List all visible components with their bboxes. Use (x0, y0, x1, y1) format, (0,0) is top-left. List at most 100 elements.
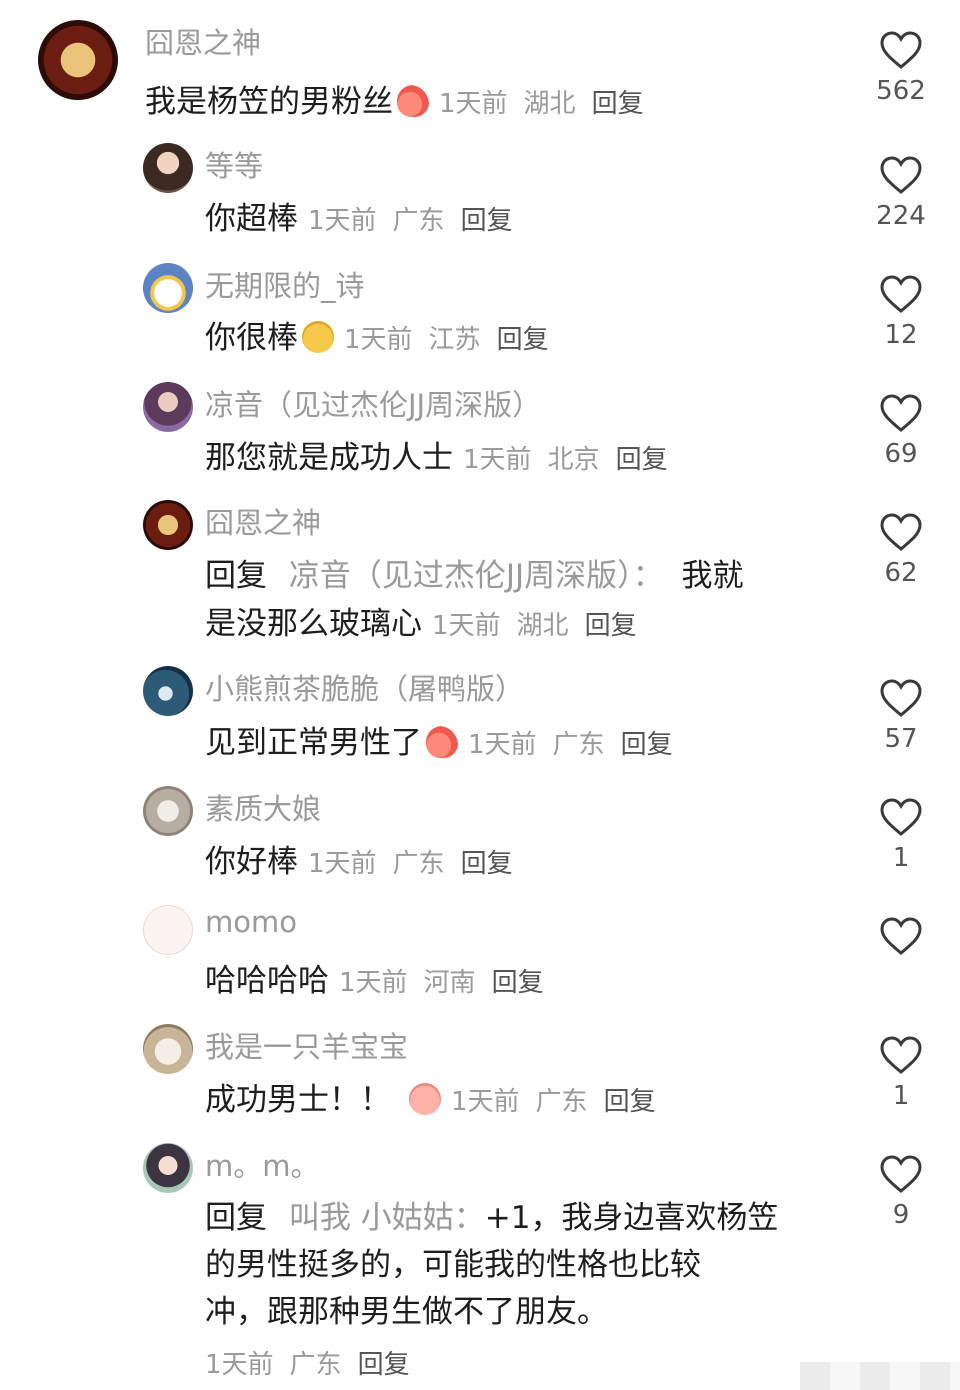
comment-location: 广东 (392, 206, 445, 236)
comment-time: 1天前 (451, 1087, 520, 1117)
comment-location: 湖北 (523, 89, 576, 119)
like-count: 12 (884, 320, 918, 350)
comment-meta: 1天前 广东 回复 (205, 1350, 410, 1380)
comment-location: 广东 (289, 1350, 342, 1380)
comment-username[interactable]: m。m。 (205, 1143, 320, 1185)
avatar[interactable] (143, 905, 193, 955)
heart-icon (880, 917, 922, 955)
reply-button[interactable]: 回复 (585, 611, 637, 641)
comment-username[interactable]: momo (205, 905, 297, 939)
reply-button[interactable]: 回复 (461, 206, 513, 236)
comment-username[interactable]: 囧恩之神 (205, 500, 321, 542)
reply-button[interactable]: 回复 (497, 325, 549, 355)
comment-username[interactable]: 小熊煎茶脆脆（屠鸭版） (205, 666, 524, 708)
like-count: 62 (884, 558, 918, 588)
avatar[interactable] (143, 1143, 193, 1193)
watermark (800, 1362, 960, 1390)
comment-text: 那您就是成功人士 (205, 440, 453, 476)
comment-meta: 1天前 北京 回复 (463, 445, 668, 475)
peach-emoji-icon (426, 726, 458, 758)
comment-meta: 1天前 广东 回复 (308, 206, 513, 236)
comment-time: 1天前 (308, 206, 377, 236)
like-button[interactable]: 69 (866, 393, 936, 469)
peach-emoji-icon (397, 85, 429, 117)
dog-emoji-icon (302, 321, 334, 353)
comment-username[interactable]: 凉音（见过杰伦JJ周深版） (205, 382, 541, 424)
comment-meta: 1天前 湖北 回复 (432, 611, 637, 641)
comment-text-line: 见到正常男性了 1天前 广东 回复 (205, 717, 673, 762)
like-button[interactable]: 1 (866, 1035, 936, 1111)
like-count: 1 (892, 843, 910, 873)
comment-time: 1天前 (432, 611, 501, 641)
heart-icon (880, 394, 922, 432)
avatar[interactable] (143, 382, 193, 432)
comment-time: 1天前 (468, 730, 537, 760)
comment-username[interactable]: 等等 (205, 143, 263, 185)
comment-time: 1天前 (205, 1350, 274, 1380)
comment-location: 河南 (423, 968, 476, 998)
comment-text-line: 回复 凉音（见过杰伦JJ周深版）： 我就 (205, 550, 744, 595)
heart-icon (880, 275, 922, 313)
reply-button[interactable]: 回复 (492, 968, 544, 998)
like-button[interactable]: 224 (866, 155, 936, 231)
avatar[interactable] (143, 786, 193, 836)
comment-text: 冲，跟那种男生做不了朋友。 (205, 1294, 608, 1330)
comment-username[interactable]: 我是一只羊宝宝 (205, 1024, 408, 1066)
avatar[interactable] (143, 143, 193, 193)
comment-text-line: 的男性挺多的，可能我的性格也比较 (205, 1239, 701, 1284)
like-button[interactable]: 62 (866, 512, 936, 588)
like-count: 69 (884, 439, 918, 469)
comment-username[interactable]: 囧恩之神 (145, 20, 261, 62)
reply-button[interactable]: 回复 (616, 445, 668, 475)
like-count: 1 (892, 1081, 910, 1111)
comment-meta: 1天前 广东 回复 (468, 730, 673, 760)
comment-username[interactable]: 无期限的_诗 (205, 263, 365, 305)
comment-meta: 1天前 广东 回复 (308, 849, 513, 879)
comment-meta-line: 1天前 广东 回复 (195, 1344, 410, 1381)
avatar[interactable] (143, 263, 193, 313)
pig-emoji-icon (409, 1083, 441, 1115)
comment-text: 是没那么玻璃心 (205, 606, 422, 642)
like-button[interactable]: 1 (866, 797, 936, 873)
comment-text-line: 你超棒 1天前 广东 回复 (205, 193, 513, 238)
avatar[interactable] (143, 1024, 193, 1074)
comment-username[interactable]: 素质大娘 (205, 786, 321, 828)
reply-button[interactable]: 回复 (621, 730, 673, 760)
comment-text: +1，我身边喜欢杨笠 (484, 1200, 779, 1236)
avatar[interactable] (143, 666, 193, 716)
reply-button[interactable]: 回复 (461, 849, 513, 879)
like-button[interactable]: 57 (866, 678, 936, 754)
comment-location: 广东 (552, 730, 605, 760)
comment-text-line: 那您就是成功人士 1天前 北京 回复 (205, 432, 668, 477)
avatar[interactable] (38, 20, 118, 100)
mention-username[interactable]: 叫我 小姑姑： (289, 1200, 485, 1236)
mention-username[interactable]: 凉音（见过杰伦JJ周深版）： (289, 558, 664, 594)
like-button[interactable]: 562 (866, 30, 936, 106)
heart-icon (880, 513, 922, 551)
comment-text-line: 我是杨笠的男粉丝 1天前 湖北 回复 (145, 76, 644, 121)
comment-meta: 1天前 广东 回复 (451, 1087, 656, 1117)
comment-time: 1天前 (308, 849, 377, 879)
comment-time: 1天前 (439, 89, 508, 119)
like-button[interactable]: 9 (866, 1154, 936, 1230)
comment-location: 江苏 (428, 325, 481, 355)
comment-text-line: 你好棒 1天前 广东 回复 (205, 836, 513, 881)
reply-button[interactable]: 回复 (604, 1087, 656, 1117)
comment-time: 1天前 (339, 968, 408, 998)
comment-location: 广东 (535, 1087, 588, 1117)
comment-text: 你好棒 (205, 844, 298, 880)
reply-button[interactable]: 回复 (358, 1350, 410, 1380)
like-button[interactable]: 12 (866, 274, 936, 350)
like-count: 57 (884, 724, 918, 754)
comment-meta: 1天前 江苏 回复 (344, 325, 549, 355)
comment-text: 的男性挺多的，可能我的性格也比较 (205, 1247, 701, 1283)
like-button[interactable] (866, 916, 936, 962)
reply-prefix: 回复 (205, 1200, 267, 1236)
comment-location: 北京 (547, 445, 600, 475)
comment-time: 1天前 (344, 325, 413, 355)
comment-text: 成功男士！！ (205, 1082, 391, 1118)
reply-button[interactable]: 回复 (592, 89, 644, 119)
avatar[interactable] (143, 500, 193, 550)
comment-text-line: 回复 叫我 小姑姑：+1，我身边喜欢杨笠 (205, 1192, 778, 1237)
comment-text: 见到正常男性了 (205, 725, 422, 761)
